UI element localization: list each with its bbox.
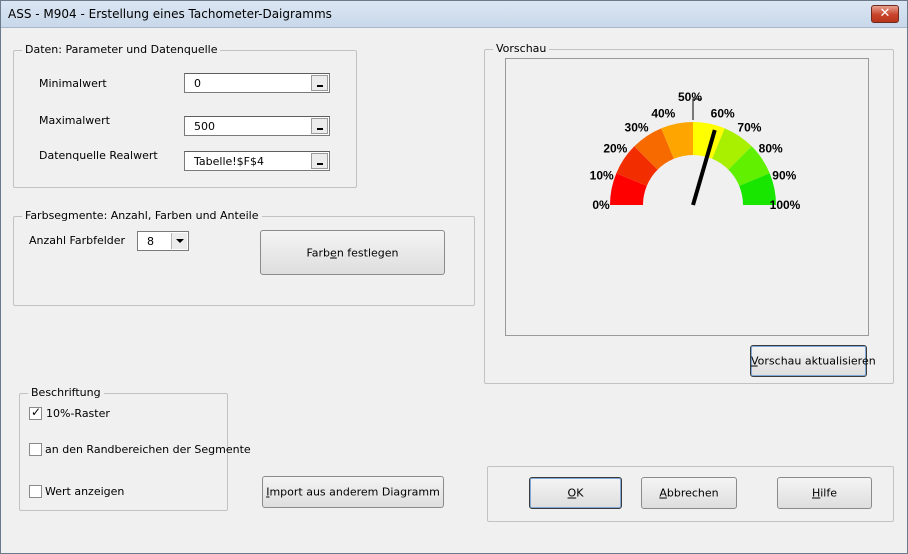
source-value: Tabelle!$F$4: [194, 155, 265, 168]
gauge-tick-label: 60%: [711, 107, 735, 121]
min-value: 0: [194, 77, 201, 90]
gauge-tick-label: 30%: [625, 120, 649, 134]
title-bar[interactable]: ASS - M904 - Erstellung eines Tachometer…: [1, 1, 907, 28]
close-icon: ✕: [879, 6, 891, 21]
label-group-label: Beschriftung: [28, 386, 104, 399]
import-button[interactable]: Import aus anderem Diagramm: [262, 476, 444, 508]
tachometer-gauge: 0% 10% 20% 30%40%50% 60%70% 80% 90% 100%: [590, 90, 801, 212]
gauge-tick-label: 70%: [737, 120, 761, 134]
show-value-checkbox[interactable]: [29, 485, 42, 498]
source-field[interactable]: Tabelle!$F$4: [184, 151, 330, 171]
window-title: ASS - M904 - Erstellung eines Tachometer…: [8, 7, 332, 21]
chevron-down-icon[interactable]: [171, 233, 187, 249]
gauge-tick-label: 50%: [678, 90, 702, 104]
segments-group: Farbsegmente: Anzahl, Farben und Anteile…: [13, 209, 475, 306]
label-group: Beschriftung ✓ 10%-Raster an den Randber…: [19, 386, 251, 511]
source-collapse-icon[interactable]: [311, 153, 328, 169]
source-label: Datenquelle Realwert: [39, 149, 158, 162]
min-field[interactable]: 0: [184, 73, 330, 93]
ok-button[interactable]: OK: [529, 477, 622, 509]
max-value: 500: [194, 120, 215, 133]
raster-checkbox[interactable]: ✓: [29, 405, 42, 420]
dialog-window: ASS - M904 - Erstellung eines Tachometer…: [0, 0, 908, 554]
gauge-tick-label: 90%: [772, 168, 796, 182]
gauge-tick-label: 80%: [759, 142, 783, 156]
preview-group-label: Vorschau: [493, 42, 550, 55]
max-collapse-icon[interactable]: [311, 118, 328, 134]
count-value: 8: [147, 235, 154, 248]
max-field[interactable]: 500: [184, 116, 330, 136]
cancel-button[interactable]: Abbrechen: [641, 477, 737, 509]
max-label: Maximalwert: [39, 114, 110, 127]
params-group: Daten: Parameter und Datenquelle Minimal…: [13, 43, 357, 188]
count-label: Anzahl Farbfelder: [29, 234, 126, 247]
segments-group-label: Farbsegmente: Anzahl, Farben und Anteile: [22, 209, 262, 222]
refresh-preview-button[interactable]: Vorschau aktualisieren: [750, 345, 876, 377]
checkmark-icon: ✓: [31, 405, 42, 419]
close-button[interactable]: ✕: [871, 5, 899, 23]
min-collapse-icon[interactable]: [311, 75, 328, 91]
show-value-label: Wert anzeigen: [45, 485, 125, 498]
raster-label: 10%-Raster: [46, 407, 110, 420]
count-select[interactable]: 8: [137, 231, 189, 251]
min-label: Minimalwert: [39, 77, 107, 90]
preview-area: 0% 10% 20% 30% 40% 50% 60% 70% 80% 90% 100%: [505, 58, 869, 336]
gauge-tick-label: 10%: [590, 168, 614, 182]
gauge-tick-label: 0%: [592, 198, 610, 212]
help-button[interactable]: Hilfe: [777, 477, 872, 509]
gauge-tick-label: 20%: [603, 142, 627, 156]
edges-checkbox[interactable]: [29, 443, 42, 456]
gauge-tick-label: 100%: [770, 198, 801, 212]
params-group-label: Daten: Parameter und Datenquelle: [22, 43, 221, 56]
gauge-tick-label: 40%: [651, 107, 675, 121]
edges-label: an den Randbereichen der Segmente: [45, 443, 251, 456]
set-colors-button[interactable]: Farben festlegen: [260, 230, 445, 275]
